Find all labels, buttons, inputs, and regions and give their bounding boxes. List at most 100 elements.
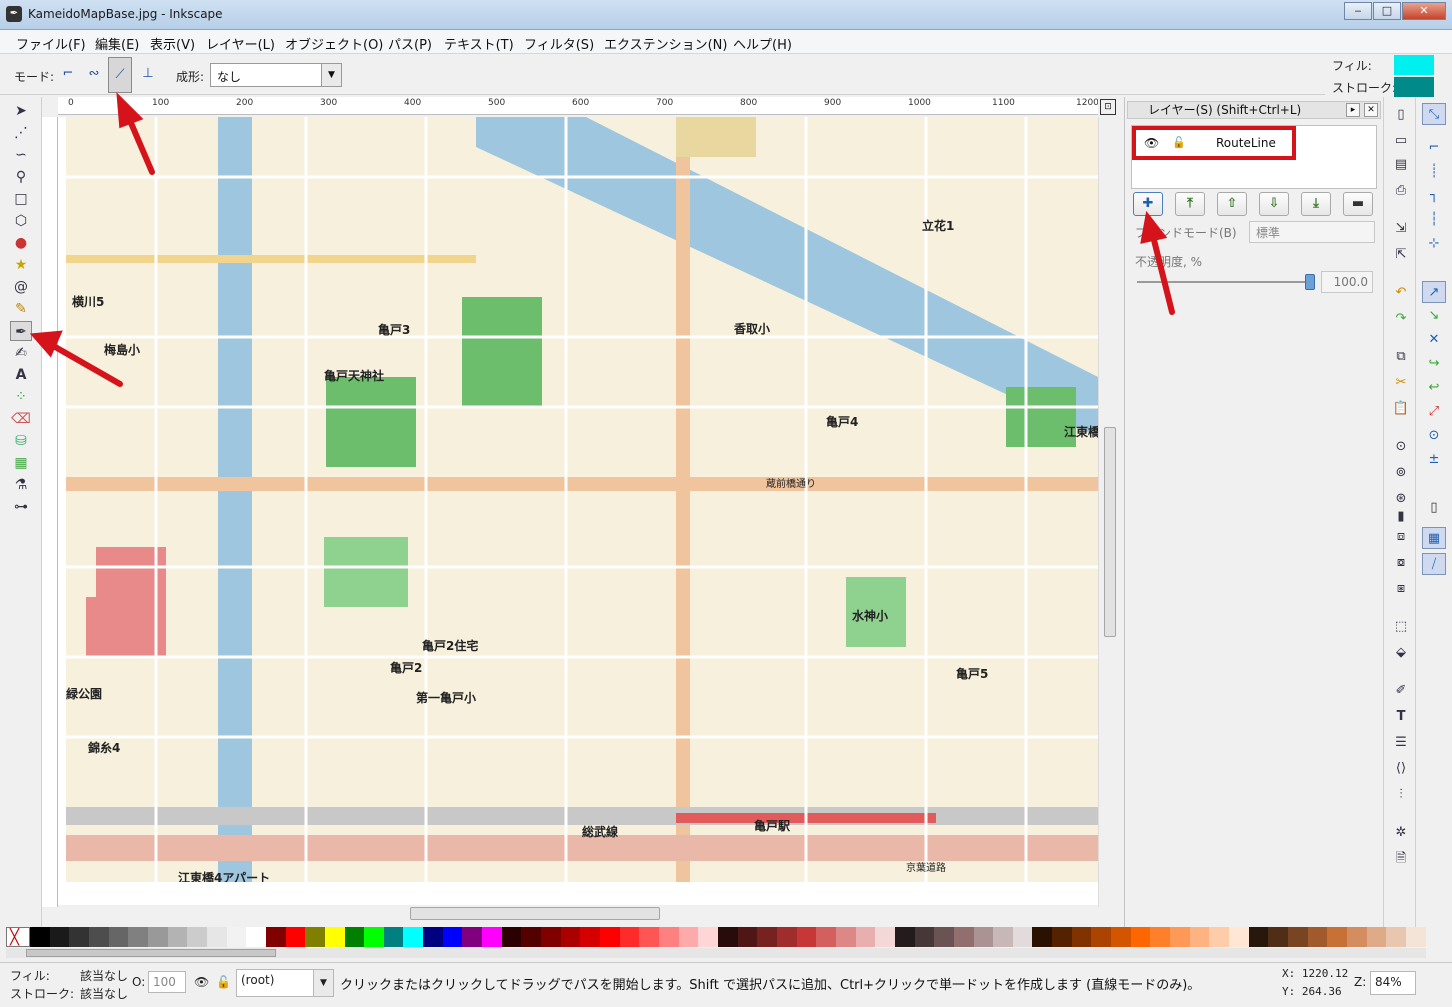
spiro-mode-icon[interactable]: ∾ xyxy=(82,62,106,86)
paint-bucket-tool-icon[interactable]: ⛁ xyxy=(10,431,32,451)
snap-cusp-icon[interactable]: ↪ xyxy=(1422,353,1446,375)
straight-line-mode-icon[interactable]: ⟋ xyxy=(108,57,132,93)
selector-tool-icon[interactable]: ➤ xyxy=(10,101,32,121)
layer-name[interactable]: RouteLine xyxy=(1216,136,1276,150)
palette-swatch[interactable] xyxy=(423,927,443,947)
palette-swatch[interactable] xyxy=(167,927,188,947)
3d-box-tool-icon[interactable]: ⬡ xyxy=(10,211,32,231)
palette-swatch[interactable] xyxy=(541,927,561,947)
minimize-button[interactable]: ‒ xyxy=(1344,2,1372,20)
palette-swatch[interactable] xyxy=(1091,927,1112,947)
palette-swatch[interactable] xyxy=(462,927,483,947)
palette-swatch[interactable] xyxy=(88,927,109,947)
unlock-icon[interactable]: 🔓 xyxy=(1172,136,1186,149)
ungroup-icon[interactable]: ⬙ xyxy=(1391,643,1411,663)
opacity-slider-track[interactable] xyxy=(1137,281,1309,283)
pen-tool-icon[interactable]: ✒ xyxy=(10,321,32,341)
status-visibility-eye-icon[interactable]: 👁 xyxy=(194,975,209,989)
palette-swatch[interactable] xyxy=(501,927,522,947)
text-tool-icon[interactable]: A xyxy=(10,365,32,385)
connector-tool-icon[interactable]: ⊶ xyxy=(10,497,32,517)
spray-tool-icon[interactable]: ⁘ xyxy=(10,387,32,407)
eraser-tool-icon[interactable]: ⌫ xyxy=(10,409,32,429)
canvas[interactable]: 亀戸天神社 亀戸3 亀戸4 亀戸5 亀戸2 亀戸2住宅 亀戸駅 香取小 水神小 … xyxy=(58,117,1098,907)
snap-grid-icon[interactable]: ▦ xyxy=(1422,527,1446,549)
palette-swatch[interactable] xyxy=(285,927,306,947)
menu-edit[interactable]: 編集(E) xyxy=(95,34,139,53)
palette-swatch[interactable] xyxy=(717,927,738,947)
menu-filters[interactable]: フィルタ(S) xyxy=(524,34,594,53)
zoom-page-icon[interactable]: ⊛ xyxy=(1391,489,1411,509)
palette-swatch[interactable] xyxy=(737,927,758,947)
palette-scroll-thumb[interactable] xyxy=(26,949,276,957)
palette-swatch[interactable] xyxy=(1288,927,1308,947)
palette-swatch[interactable] xyxy=(914,927,935,947)
ellipse-tool-icon[interactable]: ● xyxy=(10,233,32,253)
snap-nodes-icon[interactable]: ↗ xyxy=(1422,281,1446,303)
import-icon[interactable]: ⇲ xyxy=(1391,219,1411,239)
palette-swatch[interactable] xyxy=(1209,927,1230,947)
palette-swatch[interactable] xyxy=(953,927,974,947)
redo-icon[interactable]: ↷ xyxy=(1391,309,1411,329)
raise-to-top-button[interactable]: ⤒ xyxy=(1175,192,1205,216)
panel-menu-icon[interactable]: ▸ xyxy=(1346,103,1360,117)
palette-swatch[interactable] xyxy=(776,927,797,947)
horizontal-scroll-thumb[interactable] xyxy=(410,907,660,920)
palette-swatch[interactable] xyxy=(69,927,89,947)
palette-swatch[interactable] xyxy=(1307,927,1328,947)
vertical-scroll-thumb[interactable] xyxy=(1104,427,1116,637)
palette-swatch[interactable] xyxy=(364,927,384,947)
palette-swatch[interactable] xyxy=(442,927,463,947)
palette-swatch[interactable] xyxy=(1130,927,1151,947)
palette-swatch[interactable] xyxy=(128,927,148,947)
status-lock-icon[interactable]: 🔓 xyxy=(216,975,231,989)
snap-bbox-midpoint-icon[interactable]: ┆ xyxy=(1422,209,1446,231)
maximize-button[interactable]: □ xyxy=(1373,2,1401,20)
zoom-tool-icon[interactable]: ⚲ xyxy=(10,167,32,187)
palette-swatch[interactable] xyxy=(1346,927,1367,947)
blend-mode-dropdown[interactable]: 標準 xyxy=(1249,221,1375,243)
text-font-dialog-icon[interactable]: T xyxy=(1391,707,1411,727)
layer-row-routeline[interactable]: 👁 🔓 RouteLine xyxy=(1132,126,1296,160)
fill-stroke-dialog-icon[interactable]: ✐ xyxy=(1391,681,1411,701)
palette-swatch[interactable] xyxy=(835,927,856,947)
palette-swatch[interactable] xyxy=(1032,927,1053,947)
palette-swatch[interactable] xyxy=(934,927,954,947)
snap-center-icon[interactable]: ⊙ xyxy=(1422,425,1446,447)
calligraphy-tool-icon[interactable]: ✍ xyxy=(10,343,32,363)
palette-swatch[interactable] xyxy=(1111,927,1131,947)
palette-swatch[interactable] xyxy=(521,927,542,947)
palette-swatch[interactable] xyxy=(1052,927,1072,947)
snap-rotation-center-icon[interactable]: ± xyxy=(1422,449,1446,471)
clone-icon[interactable]: ⧈ xyxy=(1391,527,1411,547)
snap-intersection-icon[interactable]: ✕ xyxy=(1422,329,1446,351)
star-tool-icon[interactable]: ★ xyxy=(10,255,32,275)
snap-page-border-icon[interactable]: ▯ xyxy=(1422,497,1446,519)
snap-guide-icon[interactable]: ⧸ xyxy=(1422,553,1446,575)
palette-swatch[interactable] xyxy=(1268,927,1288,947)
palette-swatch[interactable] xyxy=(147,927,168,947)
menu-file[interactable]: ファイル(F) xyxy=(16,34,86,53)
palette-swatch[interactable] xyxy=(206,927,227,947)
palette-swatch[interactable] xyxy=(108,927,129,947)
shape-dropdown[interactable]: なし ▼ xyxy=(210,63,342,87)
zoom-drawing-icon[interactable]: ⊚ xyxy=(1391,463,1411,483)
select-original-icon[interactable]: ⧆ xyxy=(1391,579,1411,599)
tweak-tool-icon[interactable]: ∽ xyxy=(10,145,32,165)
menu-text[interactable]: テキスト(T) xyxy=(444,34,514,53)
add-layer-button[interactable]: ✚ xyxy=(1133,192,1163,216)
preferences-icon[interactable]: ✲ xyxy=(1391,823,1411,843)
snap-smooth-icon[interactable]: ↩ xyxy=(1422,377,1446,399)
palette-swatch[interactable] xyxy=(1189,927,1210,947)
snap-bbox-corner-icon[interactable]: ┐ xyxy=(1422,185,1446,207)
zoom-correction-corner[interactable]: ⊡ xyxy=(1098,97,1120,117)
opacity-slider-knob[interactable] xyxy=(1305,274,1315,290)
palette-swatch[interactable] xyxy=(973,927,994,947)
panel-close-icon[interactable]: ✕ xyxy=(1364,103,1378,117)
visibility-eye-icon[interactable]: 👁 xyxy=(1144,136,1159,150)
export-icon[interactable]: ⇱ xyxy=(1391,245,1411,265)
print-icon[interactable]: ⎙ xyxy=(1391,181,1411,201)
save-icon[interactable]: ▤ xyxy=(1391,155,1411,175)
palette-swatch[interactable] xyxy=(757,927,777,947)
status-opacity-spinbox[interactable]: 100 xyxy=(148,971,186,993)
